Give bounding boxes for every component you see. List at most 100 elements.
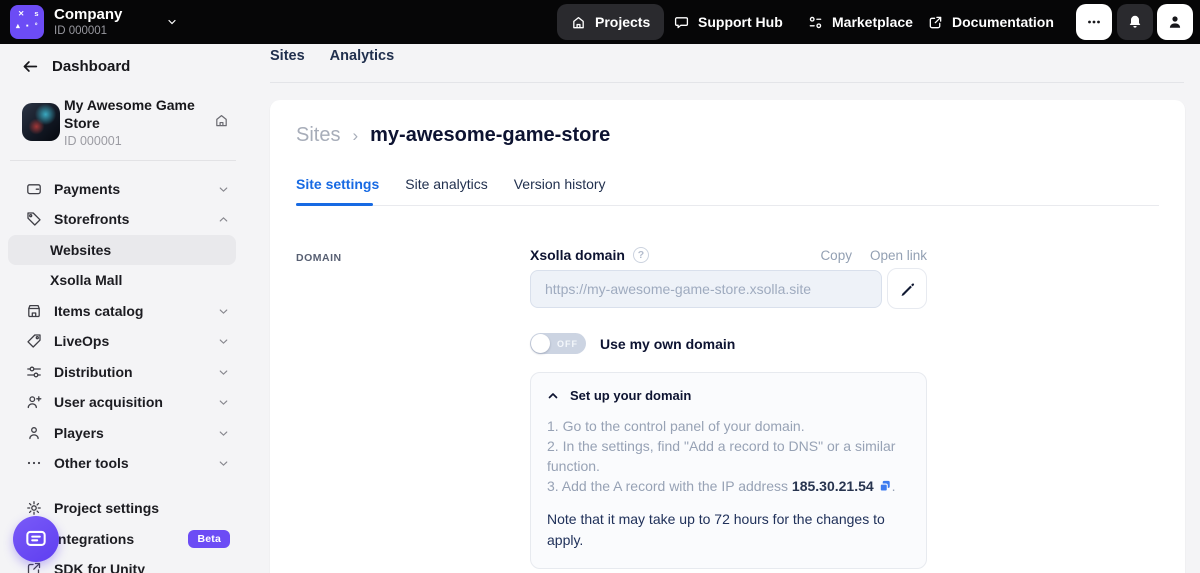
company-id: ID 000001 [54,25,107,37]
ellipsis-icon [26,455,42,471]
edit-domain-button[interactable] [887,268,927,309]
page-title: my-awesome-game-store [370,124,610,147]
setup-step-3: 3. Add the A record with the IP address … [547,476,910,496]
nav-marketplace[interactable]: Marketplace [794,4,927,40]
logo-glyphs-icon: ✕ s [18,9,43,18]
divider [10,160,236,161]
domain-section-label: DOMAIN [296,252,342,264]
setup-steps: 1. Go to the control panel of your domai… [547,416,910,496]
sidebar-item-label: Distribution [54,364,133,380]
setup-step-3-text: 3. Add the A record with the IP address [547,478,792,494]
chevron-down-icon [217,396,230,409]
home-icon[interactable] [214,113,229,128]
pencil-icon [899,280,916,297]
sidebar-item-label: Items catalog [54,303,143,319]
more-button[interactable] [1076,4,1112,40]
sidebar-item-distribution[interactable]: Distribution [8,357,236,387]
setup-domain-header[interactable]: Set up your domain [547,388,910,403]
breadcrumb-sites-link[interactable]: Sites [296,124,340,147]
sidebar-item-label: Players [54,425,104,441]
sidebar-item-xsolla-mall[interactable]: Xsolla Mall [8,265,236,295]
sidebar-item-label: Storefronts [54,211,129,227]
project-avatar[interactable] [22,103,60,141]
sidebar-item-storefronts[interactable]: Storefronts [8,204,236,234]
project-id: ID 000001 [64,134,122,148]
sidebar-item-user-acquisition[interactable]: User acquisition [8,387,236,417]
setup-note: Note that it may take up to 72 hours for… [547,509,910,551]
company-name: Company [54,6,122,23]
nav-label: Documentation [952,14,1054,30]
sidebar-item-websites[interactable]: Websites [8,235,236,265]
sidebar-item-other-tools[interactable]: Other tools [8,448,236,478]
nav-documentation[interactable]: Documentation [914,4,1068,40]
user-icon [26,425,42,441]
account-button[interactable] [1157,4,1193,40]
chevron-down-icon [217,427,230,440]
site-settings-card: Sites › my-awesome-game-store Site setti… [270,100,1185,573]
copy-link[interactable]: Copy [820,248,852,263]
project-name[interactable]: My Awesome Game Store [64,96,206,132]
marketplace-icon [808,15,823,30]
dashboard-label: Dashboard [52,58,130,75]
liveops-tag-icon [26,333,42,349]
breadcrumb: Sites › my-awesome-game-store [296,124,610,147]
sidebar-item-payments[interactable]: Payments [8,174,236,204]
beta-badge: Beta [188,530,230,548]
sidebar-item-players[interactable]: Players [8,418,236,448]
wallet-icon [26,181,42,197]
setup-step-3-period: . [892,478,896,494]
nav-label: Support Hub [698,14,783,30]
home-icon [571,15,586,30]
sidebar-item-liveops[interactable]: LiveOps [8,326,236,356]
bell-icon [1127,14,1143,30]
setup-step-1: 1. Go to the control panel of your domai… [547,416,910,436]
tab-site-settings[interactable]: Site settings [296,176,379,196]
chat-icon [674,15,689,30]
sidebar-item-label: Integrations [54,531,134,547]
tag-icon [26,211,42,227]
chevron-down-icon [217,457,230,470]
open-link[interactable]: Open link [870,248,927,263]
divider [270,82,1184,83]
chat-widget-button[interactable] [13,516,59,562]
sliders-icon [26,364,42,380]
sidebar-item-label: Xsolla Mall [50,272,122,288]
sidebar-item-items-catalog[interactable]: Items catalog [8,296,236,326]
setup-domain-panel: Set up your domain 1. Go to the control … [530,372,927,569]
toggle-knob [531,334,550,353]
nav-support-hub[interactable]: Support Hub [660,4,797,40]
user-plus-icon [26,394,42,410]
sidebar-item-label: Other tools [54,455,129,471]
own-domain-toggle-label: Use my own domain [600,336,735,352]
sidebar-item-label: Payments [54,181,120,197]
company-logo[interactable]: ✕ s ▴ ▪ ° [10,5,44,39]
nav-projects[interactable]: Projects [557,4,664,40]
chevron-down-icon [217,335,230,348]
own-domain-toggle[interactable]: OFF [530,333,586,354]
sidebar: Dashboard My Awesome Game Store ID 00000… [0,44,250,573]
help-icon[interactable]: ? [633,247,649,263]
chat-bubble-icon [23,526,49,552]
chevron-down-icon[interactable] [166,16,178,28]
external-link-icon [928,15,943,30]
arrow-left-icon [22,58,39,75]
nav-label: Projects [595,14,650,30]
sidebar-item-label: User acquisition [54,394,163,410]
topbar: ✕ s ▴ ▪ ° Company ID 000001 Projects Sup… [0,0,1200,44]
ip-address: 185.30.21.54 [792,478,874,494]
tab-sites[interactable]: Sites [270,48,305,64]
xsolla-domain-input[interactable] [530,270,882,308]
xsolla-domain-label: Xsolla domain [530,247,625,263]
setup-step-2: 2. In the settings, find "Add a record t… [547,436,910,476]
notifications-button[interactable] [1117,4,1153,40]
chevron-down-icon [217,366,230,379]
tab-analytics[interactable]: Analytics [330,48,394,64]
chevron-down-icon [217,183,230,196]
back-to-dashboard[interactable]: Dashboard [22,58,130,75]
tab-site-analytics[interactable]: Site analytics [405,176,487,196]
gear-icon [26,500,42,516]
tab-version-history[interactable]: Version history [514,176,606,196]
main-tabs: Sites Analytics [270,48,394,64]
chevron-right-icon: › [352,126,358,146]
copy-ip-icon[interactable] [878,479,892,493]
